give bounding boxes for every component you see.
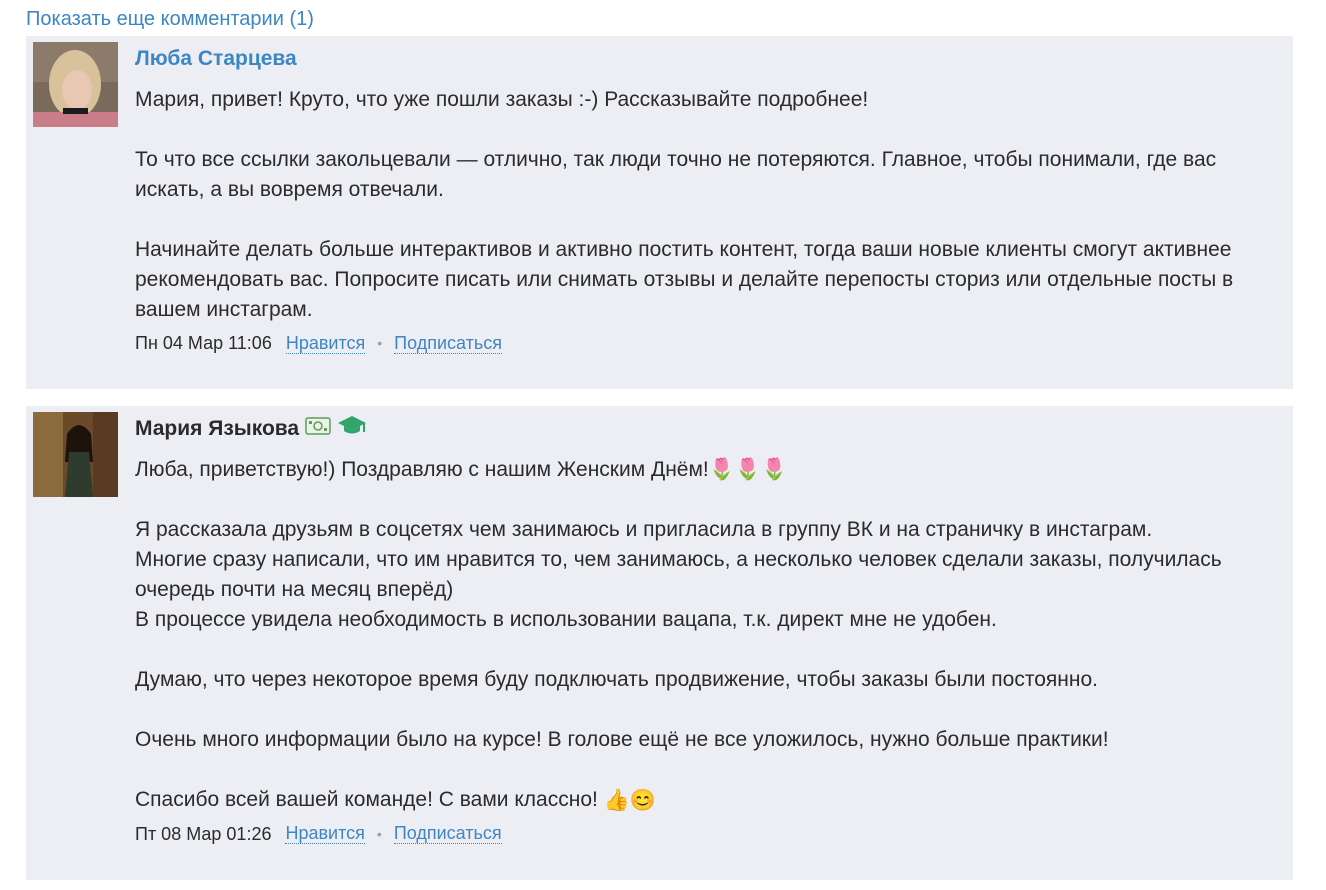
comment-paragraph: В процессе увидела необходимость в испол… xyxy=(135,608,997,632)
subscribe-link[interactable]: Подписаться xyxy=(393,823,502,845)
comment-text: Мария, привет! Круто, что уже пошли зака… xyxy=(135,85,1285,325)
comment-card: Мария Языкова Люба, приветствую!) Поздра… xyxy=(26,406,1293,880)
comment-paragraph: Я рассказала друзьям в соцсетях чем зани… xyxy=(135,518,1153,542)
comment-paragraph: Мария, привет! Круто, что уже пошли зака… xyxy=(135,88,869,111)
comment-date: Пт 08 Мар 01:26 xyxy=(135,823,272,844)
thumbs-up-smile-emoji-icon: 👍😊 xyxy=(603,788,656,812)
comment-meta: Пт 08 Мар 01:26 Нравится • Подписаться xyxy=(135,820,1285,848)
comment-author[interactable]: Люба Старцева xyxy=(135,45,1285,73)
like-link[interactable]: Нравится xyxy=(285,823,365,845)
comment-meta: Пн 04 Мар 11:06 Нравится • Подписаться xyxy=(135,329,1285,357)
comment-paragraph: Начинайте делать больше интерактивов и а… xyxy=(135,238,1234,321)
separator-dot: • xyxy=(377,335,383,351)
money-badge-icon xyxy=(305,415,331,443)
comment-paragraph: Многие сразу написали, что им нравится т… xyxy=(135,548,1222,602)
graduation-cap-icon xyxy=(337,414,367,444)
comment-date: Пн 04 Мар 11:06 xyxy=(135,333,272,353)
comment-paragraph: Спасибо всей вашей команде! С вами класс… xyxy=(135,785,1285,815)
comment-paragraph: Люба, приветствую!) Поздравляю с нашим Ж… xyxy=(135,455,1285,485)
comment-sentence: Спасибо всей вашей команде! С вами класс… xyxy=(135,788,598,812)
subscribe-link[interactable]: Подписаться xyxy=(394,333,503,354)
tulip-emoji-icon: 🌷🌷🌷 xyxy=(708,458,788,482)
show-more-comments-link[interactable]: Показать еще комментарии (1) xyxy=(26,5,314,33)
author-name[interactable]: Люба Старцева xyxy=(135,45,297,73)
comment-paragraph: То что все ссылки закольцевали — отлично… xyxy=(135,148,1217,201)
comment-card: Люба Старцева Мария, привет! Круто, что … xyxy=(26,36,1293,389)
avatar[interactable] xyxy=(33,42,118,127)
comment-paragraph: Очень много информации было на курсе! В … xyxy=(135,728,1109,752)
comment-paragraph: Думаю, что через некоторое время буду по… xyxy=(135,668,1098,692)
like-link[interactable]: Нравится xyxy=(285,333,366,354)
comment-text: Люба, приветствую!) Поздравляю с нашим Ж… xyxy=(135,455,1285,816)
avatar[interactable] xyxy=(33,412,118,497)
separator-dot: • xyxy=(376,825,382,842)
comment-sentence: Люба, приветствую!) Поздравляю с нашим Ж… xyxy=(135,458,709,481)
author-name[interactable]: Мария Языкова xyxy=(135,415,299,443)
comment-author: Мария Языкова xyxy=(135,415,1285,443)
